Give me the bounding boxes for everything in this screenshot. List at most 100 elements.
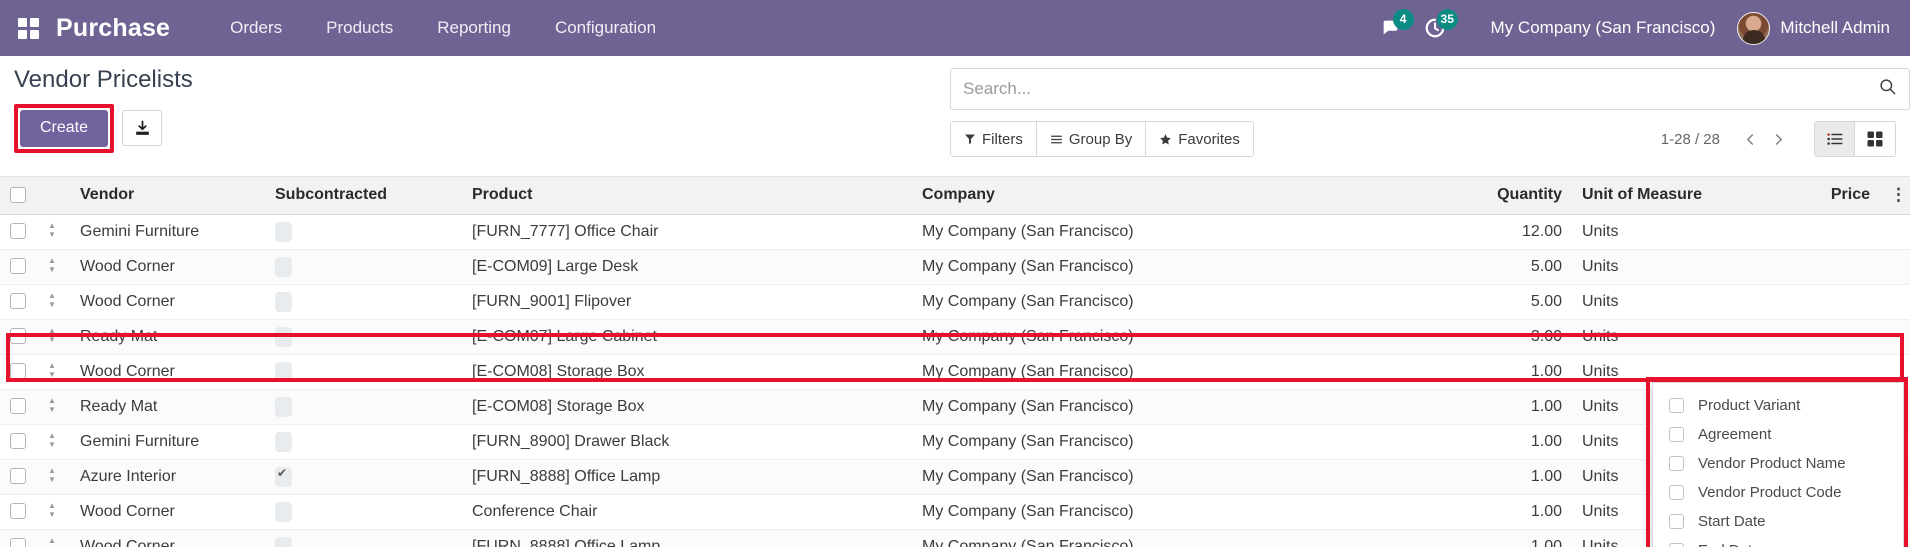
table-row[interactable]: ▲▼ Wood Corner [FURN_8888] Office LampMy C… xyxy=(0,529,1910,547)
drag-handle-icon[interactable]: ▲▼ xyxy=(48,221,56,239)
column-header-unit-of-measure[interactable]: Unit of Measure xyxy=(1572,177,1742,215)
row-checkbox[interactable] xyxy=(10,223,26,240)
activities-button[interactable]: 35 xyxy=(1413,0,1458,56)
column-header-subcontracted[interactable]: Subcontracted xyxy=(265,177,462,215)
table-row[interactable]: ▲ ▼ Ready Mat [E-COM07] Large Cabinet My Com… xyxy=(0,319,1910,355)
messages-button[interactable]: 4 xyxy=(1369,0,1414,56)
row-select-cell xyxy=(0,424,38,460)
cell-quantity: 5.00 xyxy=(1392,284,1572,320)
row-checkbox[interactable] xyxy=(10,363,26,380)
menu-item-products[interactable]: Products xyxy=(304,0,415,56)
create-button[interactable]: Create xyxy=(20,110,109,147)
user-name-label: Mitchell Admin xyxy=(1780,18,1890,37)
subcontracted-checkbox[interactable] xyxy=(275,326,292,347)
subcontracted-checkbox[interactable] xyxy=(275,536,292,547)
search-input[interactable] xyxy=(963,79,1878,99)
table-row[interactable]: ▲ ▼ Gemini Furniture [FURN_7777] Office Cha… xyxy=(0,214,1910,250)
cell-subcontracted xyxy=(265,214,462,250)
optional-column-item[interactable]: End Date xyxy=(1653,536,1903,547)
cell-quantity: 1.00 xyxy=(1392,494,1572,530)
menu-item-configuration[interactable]: Configuration xyxy=(533,0,678,56)
optional-column-checkbox[interactable] xyxy=(1669,485,1684,500)
row-checkbox[interactable] xyxy=(10,328,26,345)
drag-handle-icon[interactable]: ▲▼ xyxy=(48,361,56,379)
row-handle-cell: ▲▼ xyxy=(38,424,70,460)
list-view-button[interactable] xyxy=(1815,122,1855,156)
table-row[interactable]: ▲ ▼ Gemini Furniture [FURN_8900] Drawer Bla… xyxy=(0,424,1910,460)
subcontracted-checkbox[interactable] xyxy=(275,221,292,242)
apps-menu-button[interactable] xyxy=(0,0,56,56)
column-header-product[interactable]: Product xyxy=(462,177,912,215)
table-row[interactable]: ▲▼ Azure Interior [FURN_8888] Office LampM… xyxy=(0,459,1910,495)
cell-vendor: Wood Corner xyxy=(70,529,265,547)
drag-handle-icon[interactable]: ▲▼ xyxy=(48,326,56,344)
favorites-button[interactable]: Favorites xyxy=(1146,122,1253,156)
cell-quantity: 1.00 xyxy=(1392,529,1572,547)
optional-column-item[interactable]: Agreement xyxy=(1653,420,1903,449)
search-icon[interactable] xyxy=(1878,77,1897,101)
column-header-vendor[interactable]: Vendor xyxy=(70,177,265,215)
column-header-price[interactable]: Price xyxy=(1742,177,1880,215)
row-checkbox[interactable] xyxy=(10,468,26,485)
optional-columns-toggle[interactable]: ⋮ xyxy=(1880,177,1910,215)
row-checkbox[interactable] xyxy=(10,258,26,275)
optional-column-item[interactable]: Product Variant xyxy=(1653,391,1903,420)
subcontracted-checkbox[interactable] xyxy=(275,466,292,487)
drag-handle-icon[interactable]: ▲▼ xyxy=(48,431,56,449)
table-row[interactable]: ▲ ▼ Ready Mat [E-COM08] Storage Box My Compa… xyxy=(0,389,1910,425)
filters-button[interactable]: Filters xyxy=(951,122,1037,156)
app-brand-purchase[interactable]: Purchase xyxy=(56,14,170,43)
table-row[interactable]: ▲ ▼ Wood Corner [E-COM08] Storage Box My Com… xyxy=(0,354,1910,390)
row-checkbox[interactable] xyxy=(10,433,26,450)
select-all-checkbox[interactable] xyxy=(10,187,26,204)
column-header-quantity[interactable]: Quantity xyxy=(1392,177,1572,215)
optional-column-checkbox[interactable] xyxy=(1669,427,1684,442)
group-by-button[interactable]: Group By xyxy=(1036,122,1147,156)
menu-item-orders[interactable]: Orders xyxy=(208,0,304,56)
table-row[interactable]: ▲ ▼ Wood Corner [FURN_9001] Flipover My Comp… xyxy=(0,284,1910,320)
drag-handle-icon[interactable]: ▲▼ xyxy=(48,396,56,414)
subcontracted-checkbox[interactable] xyxy=(275,501,292,522)
drag-handle-icon[interactable]: ▲▼ xyxy=(48,466,56,484)
optional-column-label: Vendor Product Name xyxy=(1698,455,1846,472)
optional-column-item[interactable]: Vendor Product Code xyxy=(1653,478,1903,507)
cell-vendor: Wood Corner xyxy=(70,284,265,320)
main-menu: Orders Products Reporting Configuration xyxy=(208,0,678,56)
table-row[interactable]: ▲ ▼ Wood Corner [E-COM09] Large Desk My Comp… xyxy=(0,249,1910,285)
subcontracted-checkbox[interactable] xyxy=(275,256,292,277)
pager-previous-button[interactable] xyxy=(1736,124,1764,154)
cell-company: My Company (San Francisco) xyxy=(912,319,1392,355)
list-view-icon xyxy=(1826,133,1843,145)
optional-column-item[interactable]: Vendor Product Name xyxy=(1653,449,1903,478)
optional-column-checkbox[interactable] xyxy=(1669,543,1684,547)
company-switcher[interactable]: My Company (San Francisco) xyxy=(1491,18,1716,38)
subcontracted-checkbox[interactable] xyxy=(275,361,292,382)
row-handle-cell: ▲▼ xyxy=(38,354,70,390)
row-checkbox[interactable] xyxy=(10,398,26,415)
pager-next-button[interactable] xyxy=(1764,124,1792,154)
drag-handle-icon[interactable]: ▲▼ xyxy=(48,291,56,309)
subcontracted-checkbox[interactable] xyxy=(275,431,292,452)
optional-columns-dropdown[interactable]: Product Variant Agreement Vendor Product N… xyxy=(1652,382,1904,547)
import-records-button[interactable] xyxy=(122,110,163,146)
drag-handle-icon[interactable]: ▲▼ xyxy=(48,536,56,547)
optional-column-checkbox[interactable] xyxy=(1669,398,1684,413)
optional-column-checkbox[interactable] xyxy=(1669,514,1684,529)
subcontracted-checkbox[interactable] xyxy=(275,291,292,312)
kanban-view-button[interactable] xyxy=(1855,122,1895,156)
user-menu[interactable]: Mitchell Admin xyxy=(1737,11,1898,45)
search-bar[interactable] xyxy=(950,68,1910,110)
row-checkbox[interactable] xyxy=(10,293,26,310)
optional-column-checkbox[interactable] xyxy=(1669,456,1684,471)
drag-handle-icon[interactable]: ▲▼ xyxy=(48,256,56,274)
menu-item-reporting[interactable]: Reporting xyxy=(415,0,533,56)
optional-column-item[interactable]: Start Date xyxy=(1653,507,1903,536)
cell-optional-spacer xyxy=(1880,319,1910,355)
row-checkbox[interactable] xyxy=(10,538,26,547)
subcontracted-checkbox[interactable] xyxy=(275,396,292,417)
row-checkbox[interactable] xyxy=(10,503,26,520)
cell-subcontracted xyxy=(265,459,462,495)
drag-handle-icon[interactable]: ▲▼ xyxy=(48,501,56,519)
column-header-company[interactable]: Company xyxy=(912,177,1392,215)
table-row[interactable]: ▲ ▼ Wood Corner Conference Chair My Company … xyxy=(0,494,1910,530)
